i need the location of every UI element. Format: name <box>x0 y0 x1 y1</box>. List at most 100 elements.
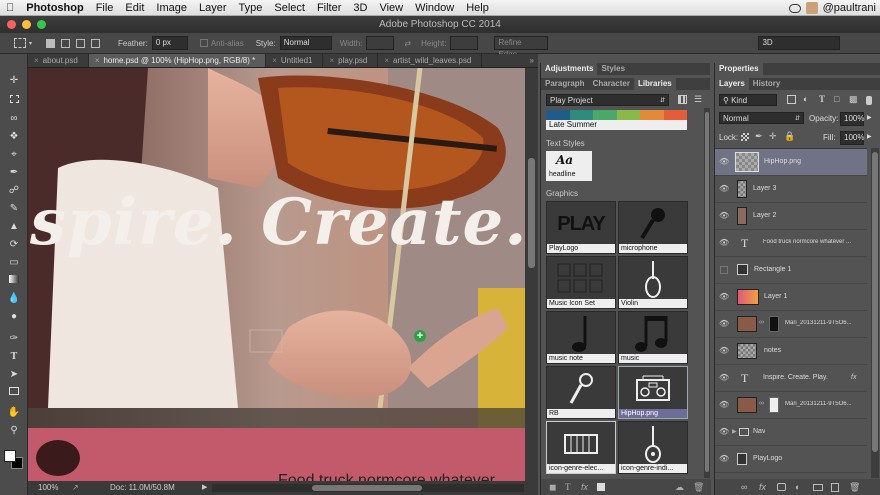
lock-all-icon[interactable]: 🔒 <box>784 131 795 142</box>
brush-tool-icon[interactable]: ✎ <box>6 202 22 215</box>
delete-library-item-icon[interactable]: 🗑 <box>693 479 704 495</box>
visibility-eye-icon[interactable]: 👁 <box>719 427 729 437</box>
layer-row[interactable]: 👁 ∞ Mari_20131211-9T5O6... <box>715 311 867 338</box>
tab-paragraph[interactable]: Paragraph <box>541 78 589 90</box>
layer-effects-icon[interactable]: fx <box>851 374 856 381</box>
library-select[interactable]: Play Project ⇵ <box>546 94 669 106</box>
blend-mode-select[interactable]: Normal ⇵ <box>719 112 804 124</box>
color-swatch-1[interactable] <box>546 110 570 120</box>
move-tool-icon[interactable]: ✛ <box>6 74 22 87</box>
layers-scroll-thumb[interactable] <box>872 152 878 452</box>
healing-brush-tool-icon[interactable]: ☍ <box>6 184 22 197</box>
grid-view-icon[interactable] <box>678 95 687 104</box>
libraries-scroll-thumb[interactable] <box>705 112 709 472</box>
libraries-scrollbar[interactable] <box>704 108 710 478</box>
canvas-hscroll-thumb[interactable] <box>312 485 422 491</box>
zoom-window-button[interactable] <box>37 20 46 29</box>
canvas-vertical-scrollbar[interactable] <box>525 68 538 481</box>
username[interactable]: @paultrani <box>823 2 876 14</box>
canvas-horizontal-scrollbar[interactable] <box>212 484 524 492</box>
quick-select-tool-icon[interactable]: ❖ <box>6 130 22 143</box>
layer-row[interactable]: 👁 ▶ Nav <box>715 419 867 446</box>
height-input[interactable] <box>450 36 479 50</box>
tab-about[interactable]: × about.psd <box>28 54 89 67</box>
tab-history[interactable]: History <box>749 78 785 90</box>
graphic-violin[interactable]: Violin <box>618 256 688 309</box>
visibility-eye-icon[interactable]: 👁 <box>719 292 729 302</box>
user-avatar[interactable] <box>805 2 818 14</box>
layer-row[interactable]: 👁 PlayLogo <box>715 446 867 473</box>
color-theme-swatches[interactable] <box>546 110 687 120</box>
menu-select[interactable]: Select <box>268 2 311 14</box>
color-swatch-2[interactable] <box>569 110 593 120</box>
visibility-eye-icon[interactable]: 👁 <box>719 184 729 194</box>
canvas-scroll-thumb[interactable] <box>528 158 535 268</box>
marquee-tool-preset-icon[interactable] <box>14 38 26 48</box>
gradient-tool-icon[interactable] <box>6 274 22 287</box>
add-selection-icon[interactable] <box>61 38 71 48</box>
feather-input[interactable]: 0 px <box>151 36 188 50</box>
layers-scrollbar[interactable] <box>871 148 879 478</box>
color-swatch-6[interactable] <box>663 110 687 120</box>
menu-type[interactable]: Type <box>233 2 269 14</box>
layer-row[interactable]: 👁 Layer 1 <box>715 284 867 311</box>
layer-row[interactable]: 👁 ∞ Mari_20131211-9T5O6... <box>715 392 867 419</box>
marquee-tool-icon[interactable] <box>6 94 22 107</box>
workspace-select[interactable]: 3D <box>758 36 841 50</box>
tab-home[interactable]: × home.psd @ 100% (HipHop.png, RGB/8) * <box>88 54 267 67</box>
layer-row[interactable]: 👁 Layer 3 <box>715 176 867 203</box>
document-canvas[interactable]: spire. Create. Food truck normcore whate… <box>28 68 525 481</box>
menu-edit[interactable]: Edit <box>119 2 150 14</box>
tab-libraries[interactable]: Libraries <box>633 78 676 90</box>
swap-icon[interactable]: ⇄ <box>404 39 411 48</box>
intersect-selection-icon[interactable] <box>91 38 101 48</box>
close-window-button[interactable] <box>7 20 16 29</box>
color-swatch-3[interactable] <box>593 110 617 120</box>
visibility-eye-icon[interactable]: 👁 <box>719 238 729 248</box>
menu-image[interactable]: Image <box>150 2 193 14</box>
list-view-icon[interactable]: ☰ <box>694 95 702 104</box>
style-select[interactable]: Normal <box>279 36 332 50</box>
creative-cloud-sync-icon[interactable]: ☁ <box>675 479 684 495</box>
menu-help[interactable]: Help <box>460 2 495 14</box>
tab-styles[interactable]: Styles <box>597 63 629 75</box>
new-selection-icon[interactable] <box>46 38 56 48</box>
lock-position-icon[interactable]: ✛ <box>769 131 777 142</box>
add-layer-style-icon[interactable]: fx <box>581 479 588 495</box>
export-icon[interactable]: ↗ <box>72 481 79 495</box>
add-layer-style-icon[interactable]: fx <box>759 479 766 495</box>
lasso-tool-icon[interactable]: ∞ <box>6 112 22 125</box>
text-style-headline[interactable]: Aa headline <box>546 151 592 181</box>
clone-stamp-tool-icon[interactable]: ▲ <box>6 220 22 233</box>
filter-smart-object-icon[interactable]: ▩ <box>849 94 858 105</box>
layer-row[interactable]: 👁 HipHop.png <box>715 149 867 176</box>
type-tool-icon[interactable]: T <box>6 350 22 363</box>
opacity-dropdown-icon[interactable]: ▶ <box>867 114 872 121</box>
eraser-tool-icon[interactable]: ▭ <box>6 256 22 269</box>
visibility-eye-icon[interactable]: 👁 <box>719 400 729 410</box>
rectangle-tool-icon[interactable] <box>6 386 22 399</box>
menu-3d[interactable]: 3D <box>347 2 373 14</box>
hand-tool-icon[interactable]: ✋ <box>6 406 22 419</box>
lock-image-icon[interactable]: ✒ <box>755 131 763 142</box>
zoom-level[interactable]: 100% <box>38 481 58 495</box>
crop-tool-icon[interactable]: ⌖ <box>6 148 22 161</box>
creative-cloud-icon[interactable] <box>788 3 801 13</box>
layer-row[interactable]: 👁 Layer 2 <box>715 203 867 230</box>
menu-layer[interactable]: Layer <box>193 2 233 14</box>
menu-file[interactable]: File <box>90 2 120 14</box>
new-adjustment-layer-icon[interactable]: ◐ <box>795 479 800 495</box>
tab-properties[interactable]: Properties <box>715 63 763 75</box>
blur-tool-icon[interactable]: 💧 <box>6 292 22 305</box>
pen-tool-icon[interactable]: ✑ <box>6 332 22 345</box>
delete-layer-icon[interactable]: 🗑 <box>849 479 860 495</box>
filter-pixel-icon[interactable] <box>787 95 796 104</box>
add-mask-icon[interactable] <box>777 483 786 491</box>
filter-shape-icon[interactable]: □ <box>834 94 839 104</box>
filter-adjustment-icon[interactable]: ◐ <box>803 94 808 104</box>
apple-menu-icon[interactable]:  <box>0 2 20 14</box>
eyedropper-tool-icon[interactable]: ✒ <box>6 166 22 179</box>
path-selection-tool-icon[interactable]: ➤ <box>6 368 22 381</box>
more-tabs-icon[interactable]: » <box>530 54 538 67</box>
tab-play[interactable]: × play.psd <box>323 54 379 67</box>
